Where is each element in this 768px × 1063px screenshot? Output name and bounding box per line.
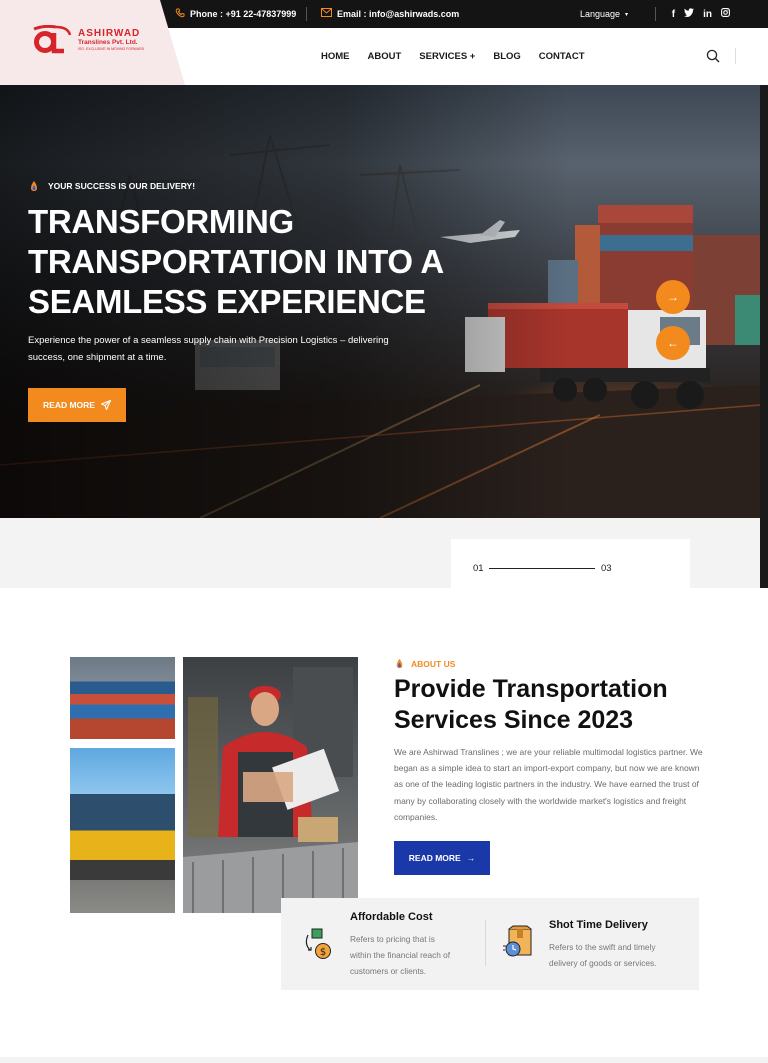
feature-title: Shot Time Delivery: [549, 919, 648, 931]
divider: [655, 7, 656, 21]
truck-image: [70, 748, 175, 913]
logo-text: ASHIRWAD Translines Pvt. Ltd. ISO, EXCLU…: [78, 29, 144, 51]
caret-down-icon: ▾: [625, 11, 629, 18]
logo[interactable]: ASHIRWAD Translines Pvt. Ltd. ISO, EXCLU…: [30, 25, 144, 55]
facebook-icon[interactable]: f: [672, 9, 675, 20]
nav-services[interactable]: SERVICES +: [419, 51, 475, 62]
search-icon[interactable]: [706, 49, 720, 63]
slider-prev-button[interactable]: ←: [656, 326, 690, 360]
about-description: We are Ashirwad Translines ; we are your…: [394, 747, 703, 822]
phone-icon: [175, 8, 185, 21]
feature-description: Refers to pricing that is within the fin…: [350, 931, 450, 979]
scrollbar-track[interactable]: [760, 85, 768, 588]
slide-progress-line: [489, 568, 595, 569]
phone-text: Phone : +91 22-47837999: [190, 9, 297, 19]
slide-current: 01: [473, 563, 484, 574]
arrow-left-icon: ←: [667, 336, 679, 350]
hero-slider: YOUR SUCCESS IS OUR DELIVERY! TRANSFORMI…: [0, 85, 760, 518]
email-contact[interactable]: Email : info@ashirwads.com: [321, 0, 459, 28]
about-read-more-label: READ MORE: [408, 853, 461, 863]
hero-read-more-label: READ MORE: [43, 400, 95, 410]
slider-next-button[interactable]: →: [656, 280, 690, 314]
hero-title: TRANSFORMING TRANSPORTATION INTO A SEAML…: [28, 202, 444, 322]
logo-mark-icon: [33, 25, 72, 54]
social-links: f in: [672, 0, 730, 28]
section-divider: [0, 1057, 768, 1063]
nav-home[interactable]: HOME: [321, 51, 350, 62]
language-label: Language: [580, 9, 621, 19]
arrow-right-icon: →: [667, 290, 679, 304]
divider: [485, 920, 486, 966]
slide-counter: 01 03: [451, 539, 690, 588]
feature-desc-line: Refers to the swift and timely: [549, 942, 656, 952]
flame-icon: [31, 181, 37, 191]
about-title-line: Services Since 2023: [394, 706, 634, 734]
language-dropdown[interactable]: Language ▾: [580, 0, 628, 28]
containers-image: [70, 657, 175, 739]
about-read-more-button[interactable]: READ MORE →: [394, 841, 490, 875]
twitter-icon[interactable]: [684, 8, 695, 20]
mail-icon: [321, 8, 332, 20]
hero-title-line: SEAMLESS EXPERIENCE: [28, 283, 426, 320]
feature-title: Affordable Cost: [350, 911, 433, 923]
hero-title-line: TRANSFORMING: [28, 203, 294, 240]
linkedin-icon[interactable]: in: [703, 9, 712, 20]
worker-image: [183, 657, 358, 913]
instagram-icon[interactable]: [721, 8, 730, 20]
page: Phone : +91 22-47837999 Email : info@ash…: [0, 0, 768, 1063]
hero-title-line: TRANSPORTATION INTO A: [28, 243, 444, 280]
nav-blog[interactable]: BLOG: [493, 51, 520, 62]
divider: [735, 48, 736, 64]
worker-illustration: [183, 667, 358, 913]
phone-contact[interactable]: Phone : +91 22-47837999: [175, 0, 296, 28]
about-title-line: Provide Transportation: [394, 675, 668, 703]
feature-desc-line: within the financial reach of: [350, 950, 451, 960]
feature-short-time-delivery: Shot Time Delivery Refers to the swift a…: [549, 919, 656, 971]
about-title: Provide Transportation Services Since 20…: [394, 674, 714, 736]
hero-desc-line: success, one shipment at a time.: [28, 352, 167, 363]
hero-tagline: YOUR SUCCESS IS OUR DELIVERY!: [28, 180, 444, 192]
feature-description: Refers to the swift and timely delivery …: [549, 939, 656, 971]
hero-read-more-button[interactable]: READ MORE: [28, 388, 126, 422]
divider: [306, 7, 307, 21]
feature-affordable-cost: Affordable Cost Refers to pricing that i…: [350, 911, 450, 979]
email-text: Email : info@ashirwads.com: [337, 9, 460, 19]
arrow-right-icon: →: [466, 853, 476, 863]
slide-total: 03: [601, 563, 612, 574]
money-cost-icon: $: [305, 928, 331, 959]
paper-plane-icon: [100, 400, 111, 410]
brand-small-tagline: ISO, EXCLUSIVE IN MOVING FORWARD: [78, 46, 145, 51]
nav-contact[interactable]: CONTACT: [539, 51, 585, 62]
feature-desc-line: delivery of goods or services.: [549, 958, 657, 968]
about-tag: ABOUT US: [394, 658, 455, 669]
flame-icon: [396, 658, 403, 669]
hero-desc-line: Experience the power of a seamless suppl…: [28, 335, 389, 346]
features-box: $ Affordable Cost Refers to pricing that…: [281, 898, 699, 990]
nav-about[interactable]: ABOUT: [368, 51, 402, 62]
about-tag-text: ABOUT US: [411, 658, 456, 669]
svg-text:$: $: [320, 947, 326, 958]
hero-tagline-text: YOUR SUCCESS IS OUR DELIVERY!: [48, 181, 196, 191]
feature-desc-line: Refers to pricing that is: [350, 934, 435, 944]
delivery-box-icon: [503, 925, 532, 957]
brand-name: ASHIRWAD: [78, 28, 141, 39]
main-nav: HOME ABOUT SERVICES + BLOG CONTACT: [321, 28, 585, 85]
hero-description: Experience the power of a seamless suppl…: [28, 332, 428, 366]
feature-desc-line: customers or clients.: [350, 966, 427, 976]
hero-content: YOUR SUCCESS IS OUR DELIVERY! TRANSFORMI…: [28, 180, 444, 422]
brand-subtitle: Translines Pvt. Ltd.: [78, 39, 138, 46]
